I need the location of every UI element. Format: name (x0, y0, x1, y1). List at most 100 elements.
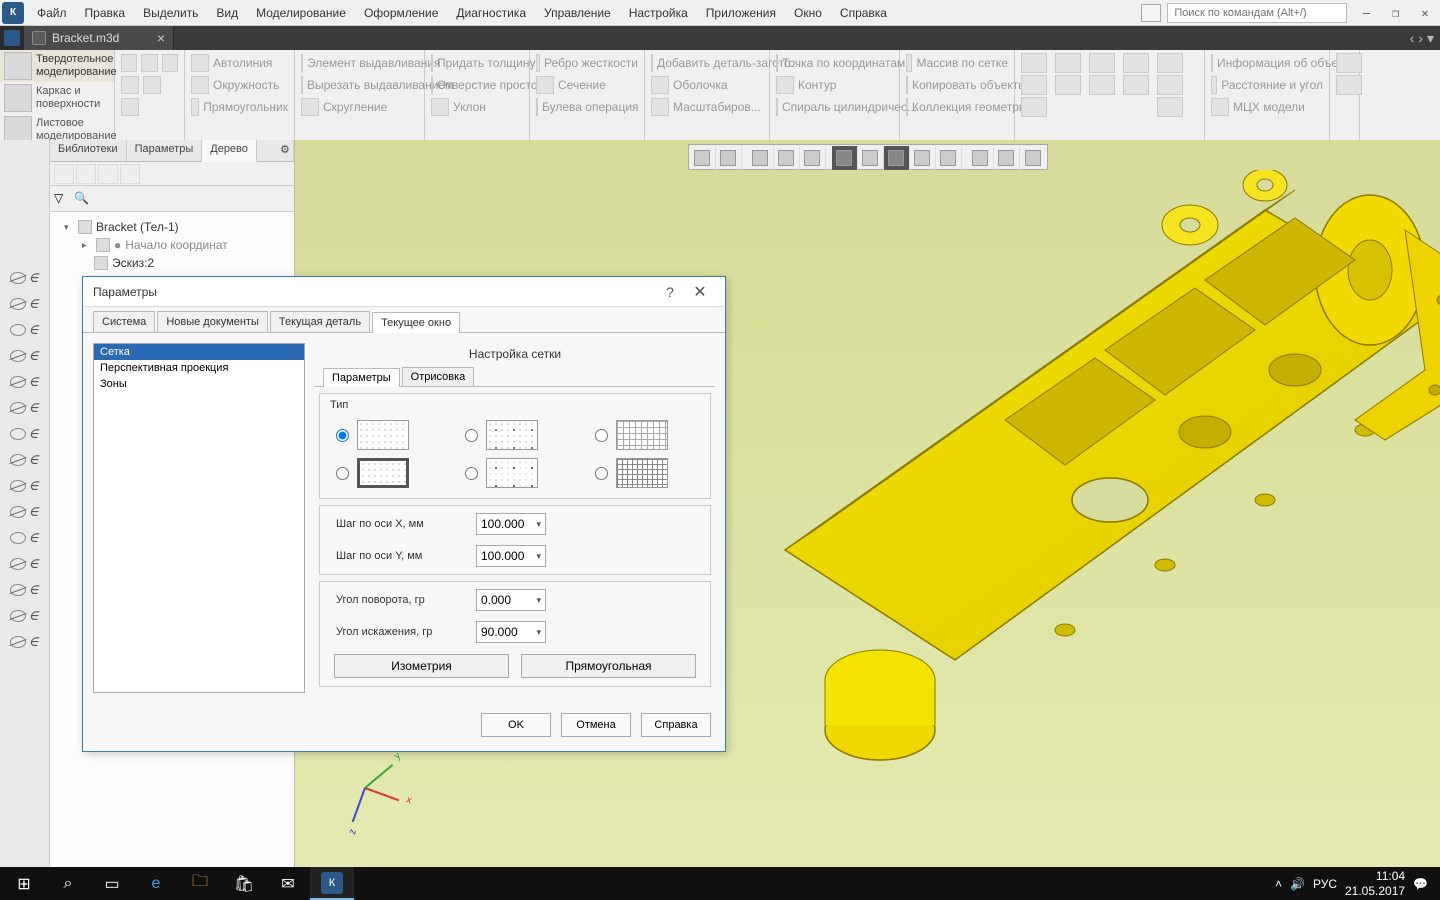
cancel-button[interactable]: Отмена (561, 713, 631, 737)
vp-btn[interactable] (910, 146, 936, 170)
taskbar-app-mail[interactable]: ✉ (266, 867, 310, 900)
ribbon-btn-end2[interactable] (1334, 74, 1364, 96)
visibility-toggle-icon[interactable] (10, 636, 26, 648)
ribbon-btn-distance[interactable]: Расстояние и угол (1209, 74, 1325, 96)
ribbon-btn-mass[interactable]: МЦХ модели (1209, 96, 1325, 118)
filter-icon[interactable]: ▽ (54, 191, 70, 207)
menu-management[interactable]: Управление (535, 2, 620, 24)
tree-tb-btn[interactable] (54, 164, 74, 184)
step-y-select[interactable]: 100.000▾ (476, 545, 546, 567)
tree-sketch[interactable]: Эскиз:2 (54, 254, 290, 272)
document-tab-close-icon[interactable]: × (157, 30, 165, 46)
ribbon-btn-shell[interactable]: Оболочка (649, 74, 765, 96)
visibility-toggle-icon[interactable] (10, 272, 26, 284)
ribbon-btn-boolean[interactable]: Булева операция (534, 96, 640, 118)
tree-root[interactable]: ▾Bracket (Тел-1) (54, 218, 290, 236)
vp-btn[interactable] (800, 146, 826, 170)
visibility-toggle-icon[interactable] (10, 532, 26, 544)
ribbon-btn-misc2[interactable] (1019, 74, 1049, 96)
angle-rot-select[interactable]: 0.000▾ (476, 589, 546, 611)
taskbar-app-kompas[interactable]: К (310, 867, 354, 900)
tray-chevron-icon[interactable]: ˄ (1275, 877, 1282, 891)
ribbon-btn-misc4[interactable] (1053, 52, 1083, 74)
visibility-toggle-icon[interactable] (10, 584, 26, 596)
ribbon-btn-misc7[interactable] (1087, 74, 1117, 96)
ribbon-btn-misc8[interactable] (1121, 52, 1151, 74)
step-x-select[interactable]: 100.000▾ (476, 513, 546, 535)
e-toggle-icon[interactable]: ∈ (28, 400, 38, 417)
menu-help[interactable]: Справка (831, 2, 896, 24)
grid-type-radio[interactable] (595, 467, 608, 480)
taskbar-app-explorer[interactable]: 🗀 (178, 867, 222, 900)
ribbon-btn-spiral[interactable]: Спираль цилиндричес... (774, 96, 895, 118)
visibility-toggle-icon[interactable] (10, 350, 26, 362)
menu-diagnostics[interactable]: Диагностика (447, 2, 535, 24)
list-item-grid[interactable]: Сетка (94, 344, 304, 360)
e-toggle-icon[interactable]: ∈ (28, 452, 38, 469)
grid-type-option-2[interactable] (465, 420, 564, 450)
e-toggle-icon[interactable]: ∈ (28, 322, 38, 339)
ribbon-btn-cut-extrude[interactable]: Вырезать выдавливанием (299, 74, 420, 96)
visibility-toggle-icon[interactable] (10, 298, 26, 310)
dialog-tab-newdocs[interactable]: Новые документы (157, 311, 268, 332)
ribbon-btn-contour[interactable]: Контур (774, 74, 895, 96)
visibility-toggle-icon[interactable] (10, 506, 26, 518)
ribbon-btn-circle[interactable]: Окружность (189, 74, 290, 96)
ribbon-btn-misc6[interactable] (1087, 52, 1117, 74)
tray-notifications-icon[interactable]: 💬 (1413, 877, 1428, 891)
visibility-toggle-icon[interactable] (10, 480, 26, 492)
ribbon-btn-fillet[interactable]: Скругление (299, 96, 420, 118)
ribbon-btn-misc1[interactable] (1019, 52, 1049, 74)
vp-btn[interactable] (1020, 146, 1046, 170)
visibility-toggle-icon[interactable] (10, 324, 26, 336)
grid-type-radio[interactable] (465, 429, 478, 442)
visibility-toggle-icon[interactable] (10, 402, 26, 414)
e-toggle-icon[interactable]: ∈ (28, 634, 38, 651)
document-tab[interactable]: Bracket.m3d × (24, 26, 174, 50)
command-search-input[interactable] (1167, 3, 1347, 23)
e-toggle-icon[interactable]: ∈ (28, 582, 38, 599)
list-item-perspective[interactable]: Перспективная проекция (94, 360, 304, 376)
search-icon[interactable]: 🔍 (74, 191, 90, 207)
grid-type-radio[interactable] (336, 429, 349, 442)
menu-select[interactable]: Выделить (134, 2, 207, 24)
ribbon-mode-solid[interactable]: Твердотельное моделирование (0, 50, 114, 82)
vp-btn[interactable] (716, 146, 742, 170)
vp-btn[interactable] (690, 146, 716, 170)
taskbar-search[interactable]: ⌕ (46, 867, 90, 900)
tree-tb-btn[interactable] (120, 164, 140, 184)
tray-clock[interactable]: 11:04 21.05.2017 (1345, 869, 1405, 898)
dialog-close-icon[interactable]: ✕ (685, 282, 715, 302)
tree-tb-btn[interactable] (76, 164, 96, 184)
angle-skew-select[interactable]: 90.000▾ (476, 621, 546, 643)
e-toggle-icon[interactable]: ∈ (28, 426, 38, 443)
e-toggle-icon[interactable]: ∈ (28, 348, 38, 365)
dialog-category-list[interactable]: Сетка Перспективная проекция Зоны (93, 343, 305, 693)
menu-file[interactable]: Файл (28, 2, 76, 24)
menu-apps[interactable]: Приложения (697, 2, 785, 24)
tab-settings-gear-icon[interactable]: ⚙ (272, 140, 294, 161)
vp-btn[interactable] (994, 146, 1020, 170)
ribbon-btn-copy-obj[interactable]: Копировать объекты (904, 74, 1010, 96)
ribbon-btn-rib[interactable]: Ребро жесткости (534, 52, 640, 74)
doctab-nav-right-icon[interactable]: › (1418, 30, 1423, 46)
help-button[interactable]: Справка (641, 713, 711, 737)
ribbon-btn-draft[interactable]: Уклон (429, 96, 525, 118)
menu-edit[interactable]: Правка (76, 2, 135, 24)
vp-btn-shaded[interactable] (832, 146, 858, 170)
tree-origin[interactable]: ▸● Начало координат (54, 236, 290, 254)
vp-btn[interactable] (968, 146, 994, 170)
grid-type-option-1[interactable] (336, 420, 435, 450)
ribbon-btn-new[interactable] (119, 52, 180, 74)
vp-btn[interactable] (774, 146, 800, 170)
window-maximize-button[interactable]: ❐ (1383, 3, 1409, 23)
subtab-params[interactable]: Параметры (323, 368, 400, 387)
ribbon-btn-rectangle[interactable]: Прямоугольник (189, 96, 290, 118)
e-toggle-icon[interactable]: ∈ (28, 504, 38, 521)
ribbon-btn-hole[interactable]: Отверстие простое (429, 74, 525, 96)
ribbon-btn-point[interactable]: Точка по координатам (774, 52, 895, 74)
start-button[interactable]: ⊞ (2, 867, 46, 900)
vp-btn[interactable] (748, 146, 774, 170)
ribbon-btn-misc12[interactable] (1155, 96, 1185, 118)
ribbon-btn-add-part[interactable]: Добавить деталь-загото... (649, 52, 765, 74)
